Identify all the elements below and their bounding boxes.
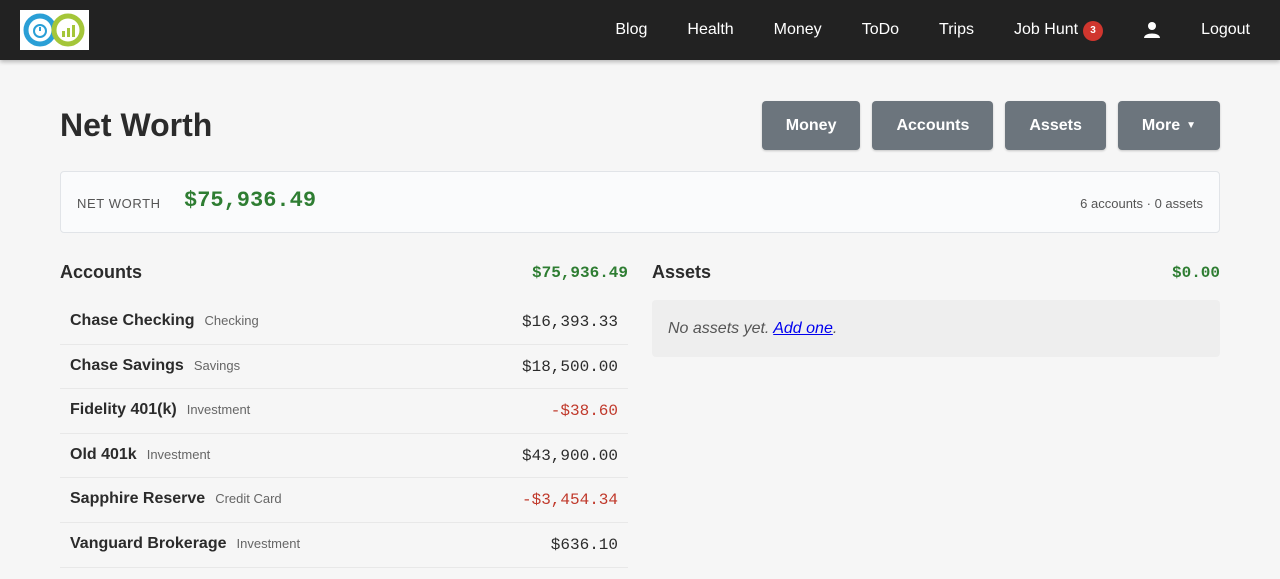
- navbar: Blog Health Money ToDo Trips Job Hunt 3 …: [0, 0, 1280, 60]
- account-row[interactable]: Vanguard Brokerage Investment $636.10: [60, 523, 628, 568]
- account-balance: $16,393.33: [521, 313, 618, 331]
- account-balance: $18,500.00: [521, 357, 618, 376]
- accounts-button[interactable]: Accounts: [872, 101, 994, 150]
- assets-empty-state: No assets yet. Add one.: [652, 300, 1220, 357]
- account-balance: $43,900.00: [521, 446, 618, 465]
- nav-link-money[interactable]: Money: [774, 21, 822, 39]
- nav-link-job-hunt[interactable]: Job Hunt 3: [1014, 19, 1104, 41]
- account-name-text: Vanguard Brokerage: [70, 534, 227, 552]
- accounts-list: Chase Checking Checking $16,393.33 Chase Sa…: [60, 300, 628, 568]
- net-worth-summary-card: NET WORTH $75,936.49 6 accounts · 0 asse…: [60, 171, 1220, 233]
- assets-empty-message: No assets yet. Add one.: [668, 320, 837, 338]
- notification-badge: 3: [1083, 21, 1104, 41]
- account-row[interactable]: Chase Savings Savings $18,500.00: [60, 345, 628, 390]
- header-button-group: Money Accounts Assets More ▼: [750, 101, 1220, 150]
- account-name-text: Fidelity 401(k): [70, 401, 177, 419]
- nav-link-blog[interactable]: Blog: [615, 21, 647, 39]
- account-type: Investment: [186, 402, 251, 418]
- account-name: Chase Checking Checking: [70, 312, 259, 330]
- account-name: Chase Savings Savings: [70, 357, 240, 375]
- accounts-section: Accounts $75,936.49 Chase Checking Checki…: [60, 258, 628, 568]
- assets-total: $0.00: [1171, 264, 1220, 282]
- account-row[interactable]: Chase Checking Checking $16,393.33: [60, 300, 628, 345]
- caret-down-icon: ▼: [1186, 120, 1196, 131]
- logo-icon: [23, 13, 85, 47]
- account-type: Investment: [236, 535, 301, 551]
- account-type: Credit Card: [215, 491, 282, 507]
- empty-text: No assets yet.: [668, 320, 770, 337]
- account-name-text: Chase Savings: [70, 356, 184, 374]
- assets-section: Assets $0.00 No assets yet. Add one.: [652, 258, 1220, 357]
- nav-link-trips[interactable]: Trips: [939, 21, 974, 39]
- accounts-total: $75,936.49: [531, 264, 628, 282]
- assets-header: Assets $0.00: [652, 258, 1220, 288]
- assets-title: Assets: [652, 262, 712, 282]
- page-title: Net Worth: [60, 107, 213, 143]
- user-profile-link[interactable]: [1143, 21, 1161, 39]
- account-row[interactable]: Old 401k Investment $43,900.00: [60, 434, 628, 479]
- summary-counts: 6 accounts · 0 assets: [1080, 196, 1203, 211]
- app-logo[interactable]: [20, 10, 89, 50]
- assets-button[interactable]: Assets: [1005, 101, 1106, 150]
- account-name-text: Chase Checking: [70, 312, 195, 329]
- net-worth-value: $75,936.49: [184, 188, 317, 213]
- account-type: Savings: [193, 357, 241, 373]
- job-hunt-label: Job Hunt: [1014, 21, 1079, 38]
- more-label: More: [1141, 116, 1181, 134]
- add-asset-link[interactable]: Add one: [773, 320, 833, 337]
- account-name-text: Sapphire Reserve: [70, 490, 206, 508]
- account-type: Investment: [146, 446, 211, 462]
- account-name: Old 401k Investment: [70, 446, 210, 464]
- account-balance: -$3,454.34: [521, 491, 618, 510]
- accounts-header: Accounts $75,936.49: [60, 258, 628, 288]
- account-row[interactable]: Fidelity 401(k) Investment -$38.60: [60, 389, 628, 434]
- nav-links: Blog Health Money ToDo Trips Job Hunt 3 …: [575, 0, 1250, 60]
- net-worth-label: NET WORTH: [77, 196, 161, 211]
- account-name-text: Old 401k: [70, 445, 137, 463]
- money-button[interactable]: Money: [761, 101, 861, 150]
- account-row[interactable]: Sapphire Reserve Credit Card -$3,454.34: [60, 478, 628, 523]
- account-balance: -$38.60: [550, 402, 618, 421]
- empty-suffix: .: [832, 320, 838, 337]
- user-icon: [1144, 22, 1161, 38]
- account-name: Vanguard Brokerage Investment: [70, 535, 300, 553]
- account-balance: $636.10: [550, 535, 618, 554]
- accounts-title: Accounts: [60, 262, 143, 282]
- account-name: Fidelity 401(k) Investment: [70, 401, 250, 419]
- more-dropdown-button[interactable]: More ▼: [1117, 101, 1220, 150]
- account-type: Checking: [204, 313, 259, 328]
- nav-link-logout[interactable]: Logout: [1201, 21, 1250, 39]
- nav-link-todo[interactable]: ToDo: [862, 21, 899, 39]
- nav-link-health[interactable]: Health: [687, 21, 733, 39]
- account-name: Sapphire Reserve Credit Card: [70, 490, 282, 508]
